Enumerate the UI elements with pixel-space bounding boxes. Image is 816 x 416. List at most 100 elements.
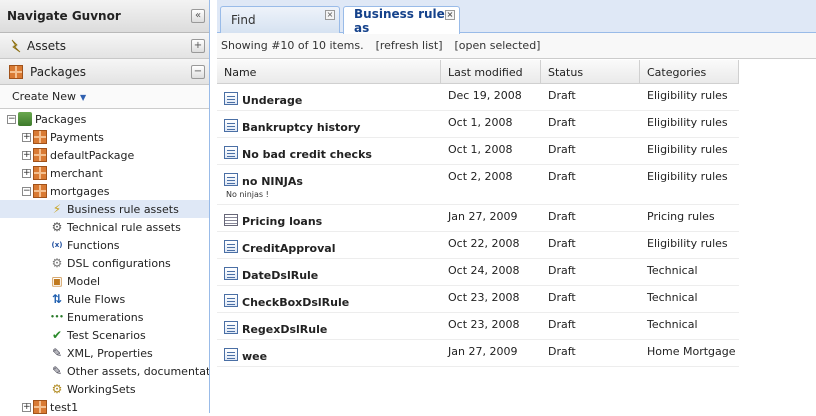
model-icon: ▣ [51,274,63,288]
cell-category: Home Mortgage [647,345,736,358]
column-header-status[interactable]: Status [541,60,640,83]
table-row[interactable]: wee Jan 27, 2009 Draft Home Mortgage [217,340,739,367]
package-icon [33,184,47,198]
expand-icon[interactable]: + [22,168,31,178]
column-header-last-modified[interactable]: Last modified [441,60,541,83]
create-new-row: Create New ▼ [0,85,209,109]
tree-item[interactable]: ⚙ WorkingSets [0,380,209,398]
navigator-header: Navigate Guvnor « [0,0,209,33]
assets-table: Name Last modified Status Categories Und… [217,60,739,367]
tree-item[interactable]: + merchant [0,164,209,182]
asset-name[interactable]: no NINJAs [224,171,441,188]
expand-icon[interactable]: + [22,402,31,412]
open-selected-link[interactable]: [open selected] [455,39,541,52]
asset-name[interactable]: Underage [224,90,441,107]
asset-name[interactable]: DateDslRule [224,265,441,282]
cell-name: Underage [217,84,441,110]
collapse-navigator-button[interactable]: « [191,9,205,23]
tab-find-label: Find [231,13,256,27]
cell-category: Technical [647,291,698,304]
tree-item[interactable]: (x) Functions [0,236,209,254]
list-toolbar: Showing #10 of 10 items. [refresh list] … [217,33,816,59]
asset-name[interactable]: No bad credit checks [224,144,441,161]
tab-find[interactable]: Find × [220,6,340,33]
item-count-text: Showing #10 of 10 items. [221,39,364,52]
create-new-menu-button[interactable]: Create New ▼ [12,90,86,103]
close-icon[interactable]: × [445,10,455,20]
cell-name: Pricing loans [217,205,441,231]
tree-item[interactable]: ✎ XML, Properties [0,344,209,362]
asset-name-label: Bankruptcy history [242,121,361,134]
document-icon [224,240,238,253]
tree-item[interactable]: ⚙ Technical rule assets [0,218,209,236]
tree-item[interactable]: ⚙ DSL configurations [0,254,209,272]
packages-section-header[interactable]: Packages − [0,59,209,85]
tree-item[interactable]: ⚡ Business rule assets [0,200,209,218]
packages-section-label: Packages [30,64,86,79]
tree-item[interactable]: ▣ Model [0,272,209,290]
tree-item[interactable]: ⇅ Rule Flows [0,290,209,308]
column-header-categories[interactable]: Categories [640,60,739,83]
tree-item[interactable]: ✎ Other assets, documentation [0,362,209,380]
asset-name[interactable]: Bankruptcy history [224,117,441,134]
other-assets-icon: ✎ [51,364,63,378]
expand-assets-button[interactable]: + [191,38,205,53]
tree-item[interactable]: ✔ Test Scenarios [0,326,209,344]
tab-business-rule-assets[interactable]: Business rule as × [343,6,460,35]
collapse-icon[interactable]: − [7,114,16,124]
package-icon [9,64,23,79]
package-icon [33,130,47,144]
close-icon[interactable]: × [325,10,335,20]
table-row[interactable]: no NINJAs No ninjas ! Oct 2, 2008 Draft Elig… [217,165,739,205]
asset-name[interactable]: CheckBoxDslRule [224,292,441,309]
expand-icon[interactable]: + [22,150,31,160]
tree-item-label: Payments [50,130,104,144]
packages-root-icon [18,112,32,126]
document-icon [224,146,238,159]
table-row[interactable]: Bankruptcy history Oct 1, 2008 Draft Eligib… [217,111,739,138]
table-row[interactable]: CreditApproval Oct 22, 2008 Draft Eligibili… [217,232,739,259]
collapse-packages-button[interactable]: − [191,64,205,79]
tree-item-label: Business rule assets [67,202,179,216]
tree-item[interactable]: ••• Enumerations [0,308,209,326]
refresh-list-link[interactable]: [refresh list] [376,39,443,52]
table-row[interactable]: Underage Dec 19, 2008 Draft Eligibility rul… [217,84,739,111]
navigator-title: Navigate Guvnor [7,9,121,23]
column-header-name[interactable]: Name [217,60,441,83]
assets-section-header[interactable]: Assets + [0,33,209,59]
asset-name-label: wee [242,350,268,363]
cell-name: no NINJAs No ninjas ! [217,165,441,204]
tree-item[interactable]: − mortgages [0,182,209,200]
table-row[interactable]: Pricing loans Jan 27, 2009 Draft Pricing ru… [217,205,739,232]
tree-item[interactable]: + Payments [0,128,209,146]
tree-item-label: XML, Properties [67,346,153,360]
tree-item[interactable]: + defaultPackage [0,146,209,164]
assets-icon [11,39,21,52]
cell-last-modified: Oct 2, 2008 [448,170,513,183]
main-panel: Find × Business rule as × Showing #10 of… [217,0,816,413]
cell-last-modified: Oct 1, 2008 [448,116,513,129]
expand-icon[interactable]: + [22,132,31,142]
tree-item[interactable]: − Packages [0,110,209,128]
asset-name-label: RegexDslRule [242,323,328,336]
table-row[interactable]: CheckBoxDslRule Oct 23, 2008 Draft Technica… [217,286,739,313]
asset-name[interactable]: CreditApproval [224,238,441,255]
workingsets-icon: ⚙ [51,382,63,396]
table-row[interactable]: RegexDslRule Oct 23, 2008 Draft Technical [217,313,739,340]
cell-last-modified: Jan 27, 2009 [448,345,518,358]
document-icon [224,173,238,186]
cell-last-modified: Oct 22, 2008 [448,237,520,250]
tree-item[interactable]: + test1 [0,398,209,416]
table-row[interactable]: No bad credit checks Oct 1, 2008 Draft Elig… [217,138,739,165]
asset-name[interactable]: wee [224,346,441,363]
tab-bar: Find × Business rule as × [217,0,816,35]
tree-item-label: Technical rule assets [67,220,181,234]
collapse-icon[interactable]: − [22,186,31,196]
cell-status: Draft [548,264,576,277]
asset-name[interactable]: RegexDslRule [224,319,441,336]
table-row[interactable]: DateDslRule Oct 24, 2008 Draft Technical [217,259,739,286]
table-header: Name Last modified Status Categories [217,60,739,84]
tree-item-label: Functions [67,238,120,252]
asset-name[interactable]: Pricing loans [224,211,441,228]
package-icon [33,400,47,414]
